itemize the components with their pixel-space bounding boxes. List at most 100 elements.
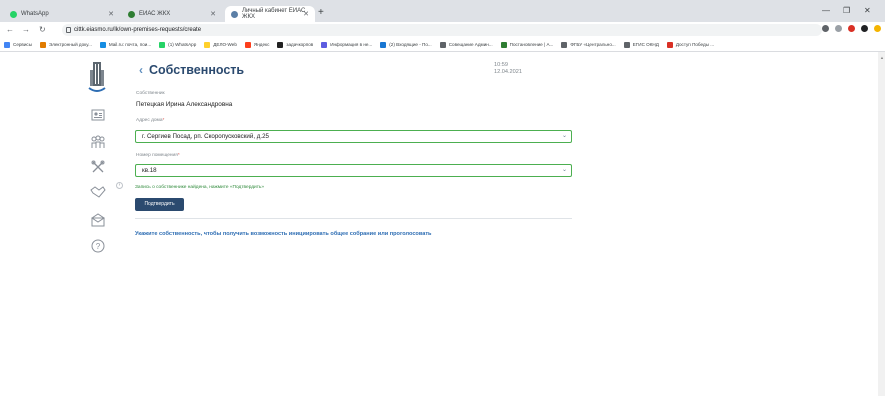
bookmark-icon [4, 41, 10, 48]
bookmark-label: (1) WhatsApp [168, 42, 197, 47]
date-text: 12.04.2021 [494, 69, 522, 75]
bookmark-item[interactable]: Постановление | А... [500, 41, 554, 48]
bookmark-item[interactable]: Совещание Админ... [439, 41, 493, 48]
tab-whatsapp[interactable]: WhatsApp ✕ [4, 6, 120, 22]
room-select[interactable]: кв.18 ⌄ [135, 164, 572, 177]
lock-icon [66, 27, 71, 33]
confirm-button[interactable]: Подтвердить [135, 198, 184, 211]
bookmark-item[interactable]: ДЕЛО-Web [204, 41, 237, 48]
chevron-down-icon: ⌄ [561, 133, 567, 139]
room-label-text: Номер помещения [136, 153, 178, 158]
address-bar[interactable]: cittk.eiasmo.ru/lk/own-premises-requests… [62, 24, 822, 36]
bookmark-icon [244, 41, 251, 48]
profile-card-icon[interactable] [90, 107, 106, 123]
tab-eias[interactable]: ЕИАС ЖКХ ✕ [122, 6, 222, 22]
bookmark-item[interactable]: Яндекс [244, 41, 270, 48]
bookmark-label: Mail.ru: почта, пои... [108, 42, 152, 47]
bookmarks-bar: Сервисы Электронный доку... Mail.ru: почта… [0, 38, 885, 52]
eias-icon [128, 10, 135, 18]
minimize-icon[interactable]: — [822, 6, 830, 15]
puzzle-icon[interactable] [861, 25, 868, 32]
close-icon[interactable]: ✕ [303, 10, 309, 18]
room-select-value: кв.18 [142, 167, 157, 174]
bookmark-icon [666, 41, 673, 48]
bookmark-label: (2) Входящие - По... [389, 42, 432, 47]
scroll-up-icon[interactable]: ▲ [880, 55, 884, 60]
chevron-down-icon: ⌄ [561, 167, 567, 173]
bookmark-label: ДЕЛО-Web [213, 42, 237, 47]
address-label-text: Адрес дома [136, 118, 163, 123]
time-text: 10:59 [494, 62, 508, 68]
bookmark-icon [439, 41, 446, 48]
back-arrow-icon[interactable]: ← [6, 25, 14, 34]
extension-icons [822, 25, 881, 32]
bookmark-label: Яндекс [253, 42, 270, 47]
restore-icon[interactable]: ❐ [843, 6, 850, 15]
bookmark-icon [277, 41, 284, 48]
owner-label: Собственник [136, 91, 165, 96]
browser-tab-bar: WhatsApp ✕ ЕИАС ЖКХ ✕ Личный кабинет ЕИА… [0, 0, 885, 22]
bookmark-item[interactable]: Доступ Победы ... [666, 41, 715, 48]
scrollbar[interactable]: ▲ [878, 52, 885, 396]
back-chevron-icon[interactable]: ‹ [139, 63, 143, 77]
bookmark-icon [159, 41, 166, 48]
bookmark-label: Доступ Победы ... [675, 42, 715, 47]
required-mark: * [162, 118, 165, 123]
bookmark-icon [561, 41, 568, 48]
sidebar-expand-icon[interactable]: › [116, 182, 123, 189]
avatar[interactable] [874, 25, 881, 32]
bookmark-label: Информация в не... [330, 42, 373, 47]
bookmark-item[interactable]: Сервисы [4, 41, 33, 48]
page-title-text: Собственность [149, 63, 245, 77]
forward-arrow-icon[interactable]: → [22, 25, 30, 34]
bookmark-item[interactable]: (2) Входящие - По... [380, 41, 432, 48]
main-content [124, 52, 882, 396]
people-icon[interactable] [90, 134, 106, 150]
page-title: ‹ Собственность [139, 63, 244, 77]
svg-text:?: ? [96, 242, 101, 251]
address-select[interactable]: г. Сергиев Посад, рп. Скоропусковский, д… [135, 130, 572, 143]
key-icon[interactable] [822, 25, 829, 32]
bookmark-item[interactable]: ФГБУ «Центрально... [561, 41, 616, 48]
tab-label: ЕИАС ЖКХ [139, 11, 171, 17]
bookmark-item[interactable]: Электронный доку... [40, 41, 92, 48]
bookmark-label: задачкорпов [286, 42, 314, 47]
close-window-icon[interactable]: ✕ [864, 6, 871, 15]
divider [135, 218, 572, 219]
address-label: Адрес дома* [136, 118, 164, 123]
handshake-icon[interactable] [90, 184, 106, 200]
tab-label: WhatsApp [21, 11, 49, 17]
bookmark-icon [40, 41, 47, 48]
address-select-value: г. Сергиев Посад, рп. Скоропусковский, д… [142, 133, 269, 140]
eias-logo-icon [88, 62, 106, 92]
bookmark-icon [500, 41, 507, 48]
bookmark-label: ЕГИС ОКНД [632, 42, 659, 47]
bookmark-item[interactable]: задачкорпов [277, 41, 314, 48]
bookmark-item[interactable]: Информация в не... [321, 41, 373, 48]
bookmark-label: Постановление | А... [509, 42, 554, 47]
bookmark-label: Сервисы [13, 42, 33, 47]
owner-found-hint: Запись о собственнике найдена, нажмите «… [135, 185, 265, 190]
info-message: Укажите собственность, чтобы получить во… [135, 231, 432, 237]
bookmark-icon [321, 41, 328, 48]
datetime: 10:59 12.04.2021 [494, 62, 522, 76]
mail-icon[interactable] [90, 212, 106, 228]
bookmark-item[interactable]: Mail.ru: почта, пои... [99, 41, 152, 48]
bookmark-label: Электронный доку... [49, 42, 92, 47]
close-icon[interactable]: ✕ [210, 10, 216, 18]
tab-eias-cabinet[interactable]: Личный кабинет ЕИАС ЖКХ ✕ [225, 6, 315, 22]
bookmark-label: ФГБУ «Центрально... [570, 42, 616, 47]
close-icon[interactable]: ✕ [108, 10, 114, 18]
bookmark-icon [623, 41, 630, 48]
new-tab-icon[interactable]: + [318, 8, 324, 18]
tools-icon[interactable] [90, 159, 106, 175]
help-icon[interactable]: ? [90, 238, 106, 254]
extension-icon[interactable] [848, 25, 855, 32]
bookmark-icon [99, 41, 106, 48]
star-icon[interactable] [835, 25, 842, 32]
eias-home-icon [231, 10, 238, 18]
bookmark-item[interactable]: (1) WhatsApp [159, 41, 197, 48]
bookmark-item[interactable]: ЕГИС ОКНД [623, 41, 659, 48]
whatsapp-icon [10, 10, 17, 18]
reload-icon[interactable]: ↻ [39, 25, 46, 34]
